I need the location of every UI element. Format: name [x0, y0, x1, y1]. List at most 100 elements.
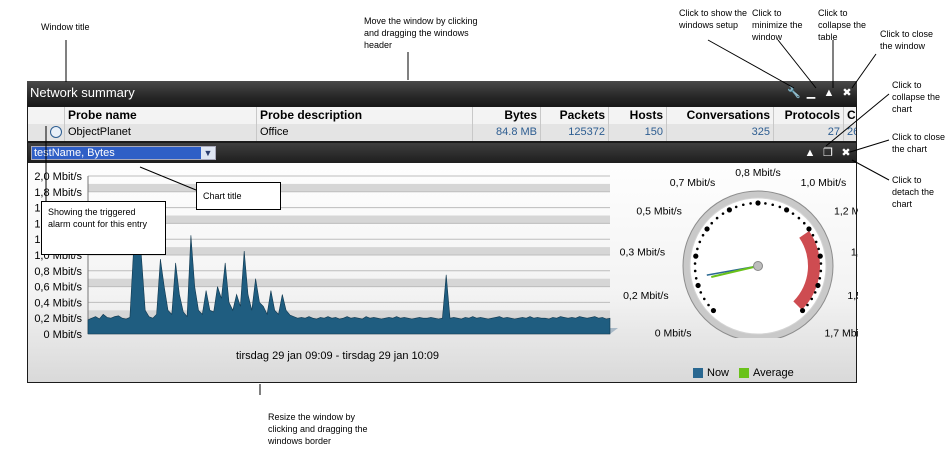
col-cards[interactable]: Cards	[844, 107, 856, 124]
cell-probe-name[interactable]: ObjectPlanet	[65, 124, 257, 141]
gauge-tick-label: 0 Mbit/s	[655, 327, 692, 338]
gauge-tick	[819, 269, 823, 273]
grid-band	[88, 215, 610, 224]
chart-select-value: testName, Bytes	[34, 147, 115, 159]
cell-bytes[interactable]: 84.8 MB	[473, 124, 541, 141]
gauge-tick	[698, 240, 702, 244]
gauge-tick	[694, 276, 698, 280]
gauge-tick	[806, 226, 812, 232]
gauge-tick-label: 1,2 Mbit/s	[834, 206, 858, 218]
y-tick-label: 0,4 Mbit/s	[34, 297, 82, 309]
gauge-tick	[710, 221, 714, 225]
summary-table: Probe name Probe description Bytes Packe…	[28, 107, 856, 141]
gauge-tick	[726, 207, 732, 213]
chart-select[interactable]: testName, Bytes ▼	[31, 146, 216, 160]
cell-protocols[interactable]: 27	[774, 124, 844, 141]
col-bytes[interactable]: Bytes	[473, 107, 541, 124]
gauge-tick	[755, 200, 761, 206]
gauge-tick	[715, 216, 719, 220]
chevron-down-icon[interactable]: ▼	[201, 147, 215, 159]
gauge-tick	[699, 291, 703, 294]
cell-conversations[interactable]: 325	[667, 124, 774, 141]
gauge-tick	[797, 216, 801, 220]
gauge-tick	[695, 282, 701, 289]
gauge-tick	[771, 203, 775, 207]
gauge-tick-label: 1,5 Mbit/s	[847, 290, 858, 302]
gauge-tick	[818, 276, 822, 280]
gauge-tick-label: 0,5 Mbit/s	[636, 206, 682, 218]
minimize-icon[interactable]: ▁	[805, 87, 817, 99]
col-packets[interactable]: Packets	[541, 107, 609, 124]
gauge-tick	[784, 207, 790, 213]
gauge-tick	[814, 240, 818, 244]
window-header[interactable]: Network summary 🔧 ▁ ▲ ✖	[27, 81, 857, 107]
y-tick-label: 1,8 Mbit/s	[34, 187, 82, 199]
gauge-tick	[819, 262, 823, 265]
gauge-tick-label: 1,7 Mbit/s	[824, 327, 858, 338]
gauge-tick	[741, 203, 745, 207]
annotation-detach-chart: Click to detach the chart	[892, 175, 935, 209]
table-row-alarm-cell[interactable]	[28, 124, 65, 141]
chevron-up-icon[interactable]: ▲	[804, 147, 816, 159]
gauge-tick-label: 1,0 Mbit/s	[801, 177, 847, 189]
legend-swatch-average	[739, 368, 750, 378]
annotation-window-title: Window title	[41, 22, 90, 32]
y-tick-label: 0 Mbit/s	[43, 329, 82, 341]
cell-packets[interactable]: 125372	[541, 124, 609, 141]
gauge-chart: 0 Mbit/s 0,2 Mbit/s 0,3 Mbit/s 0,5 Mbit/s 0,…	[620, 167, 858, 338]
gauge-tick	[811, 233, 815, 237]
cell-cards[interactable]: 26	[844, 124, 856, 141]
col-hosts[interactable]: Hosts	[609, 107, 667, 124]
wrench-icon[interactable]: 🔧	[787, 87, 801, 99]
close-icon[interactable]: ✖	[840, 147, 852, 159]
close-icon[interactable]: ✖	[841, 87, 853, 99]
y-tick-label: 0,8 Mbit/s	[34, 266, 82, 278]
alarm-count-icon[interactable]	[50, 126, 62, 138]
annotation-close-chart: Click to close the chart	[892, 132, 946, 154]
annotation-close-window: Click to close the window	[880, 29, 934, 51]
gauge-tick	[799, 307, 806, 314]
col-conversations[interactable]: Conversations	[667, 107, 774, 124]
annotation-alarm-count: Showing the triggered alarm count for th…	[41, 201, 166, 255]
gauge-tick	[696, 247, 699, 251]
gauge-tick	[815, 282, 821, 289]
chevron-up-icon[interactable]: ▲	[823, 87, 835, 99]
gauge-tick	[693, 262, 697, 265]
gauge-tick	[693, 269, 697, 273]
annotation-resize: Resize the window by clicking and draggi…	[268, 412, 368, 446]
detach-icon[interactable]: ❐	[822, 147, 834, 159]
gauge-tick-label: 0,8 Mbit/s	[735, 167, 781, 179]
y-tick-label: 0,6 Mbit/s	[34, 282, 82, 294]
gauge-tick	[817, 247, 820, 251]
window-title: Network summary	[30, 85, 135, 100]
gauge-tick	[813, 291, 817, 294]
legend-swatch-now	[693, 368, 703, 378]
area-chart: 0 Mbit/s 0,2 Mbit/s 0,4 Mbit/s 0,6 Mbit/s 0,…	[34, 171, 618, 341]
legend-now: Now	[707, 367, 730, 379]
cell-probe-description: Office	[257, 124, 473, 141]
legend-average: Average	[753, 367, 794, 379]
gauge-tick-label: 0,2 Mbit/s	[623, 290, 669, 302]
grid-band	[88, 183, 610, 192]
cell-hosts[interactable]: 150	[609, 124, 667, 141]
col-protocols[interactable]: Protocols	[774, 107, 844, 124]
gauge-hub	[753, 261, 763, 271]
annotation-minimize: Click to minimize the window	[752, 8, 803, 42]
gauge-tick	[693, 253, 699, 259]
chart-legend: Now Average	[693, 367, 794, 379]
annotation-chart-title: Chart title	[196, 182, 281, 210]
gauge-tick	[810, 297, 814, 301]
col-probe-description[interactable]: Probe description	[257, 107, 473, 124]
gauge-tick	[710, 307, 717, 314]
annotation-move: Move the window by clicking and dragging…	[364, 16, 478, 50]
col-probe-name[interactable]: Probe name	[65, 107, 257, 124]
y-tick-label: 0,2 Mbit/s	[34, 313, 82, 325]
gauge-tick	[749, 202, 752, 205]
table-header-icon-col	[28, 107, 65, 124]
chart-toolbar: testName, Bytes ▼ ▲ ❐ ✖	[28, 143, 856, 163]
gauge-tick	[701, 233, 705, 237]
grid-band	[88, 247, 610, 255]
annotation-collapse-table: Click to collapse the table	[818, 8, 867, 42]
gauge-tick	[817, 253, 823, 259]
gauge-tick-label: 1,3 Mbit/s	[851, 246, 858, 258]
